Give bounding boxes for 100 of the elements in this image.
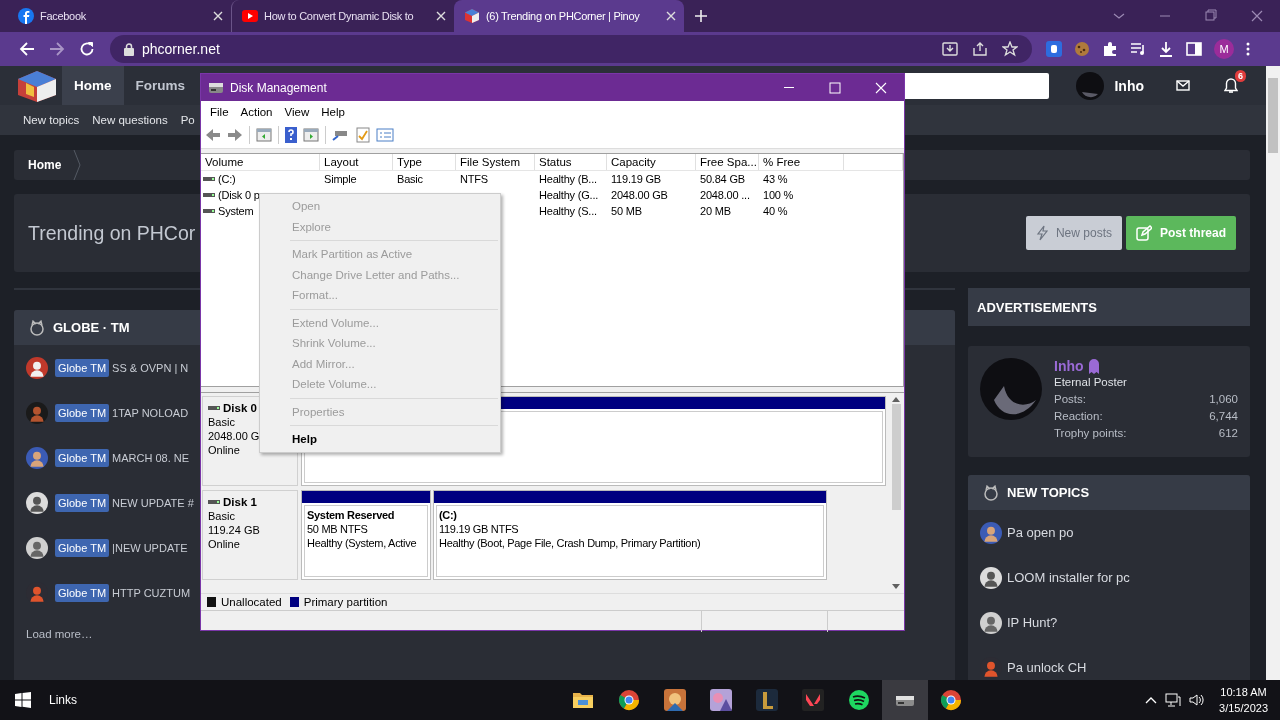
network-icon[interactable] xyxy=(1165,693,1182,707)
column-header[interactable]: % Free xyxy=(759,154,844,170)
disk-status: Online xyxy=(208,537,241,551)
tag[interactable]: Globe TM xyxy=(55,538,110,557)
thread-link[interactable]: 1TAP NOLOAD xyxy=(112,406,189,419)
menu-item[interactable]: View xyxy=(278,105,316,118)
column-header[interactable]: File System xyxy=(456,154,535,170)
browser-tab[interactable]: Facebook xyxy=(8,0,231,32)
plus-icon[interactable] xyxy=(694,9,708,23)
disk-label[interactable]: Disk 1 Basic 119.24 GB Online xyxy=(202,490,298,580)
folder-icon[interactable] xyxy=(572,690,594,710)
connect-icon[interactable] xyxy=(332,128,350,142)
nav-link[interactable]: New topics xyxy=(23,114,80,126)
forward-icon[interactable] xyxy=(49,41,65,57)
avatar xyxy=(1076,71,1105,100)
up-icon xyxy=(892,397,900,402)
forward-icon[interactable] xyxy=(227,128,243,142)
mail-icon[interactable] xyxy=(1176,80,1190,91)
panel-icon[interactable] xyxy=(256,128,272,142)
star-icon[interactable] xyxy=(1002,41,1018,57)
column-header[interactable]: Capacity xyxy=(607,154,696,170)
topic-link[interactable]: Pa open po xyxy=(1007,525,1074,540)
thread-link[interactable]: MARCH 08. NE xyxy=(112,451,190,464)
nav-tab[interactable]: Forums xyxy=(123,66,198,105)
table-cell-text: 43 % xyxy=(762,172,789,187)
thread-link[interactable]: SS & OVPN | N xyxy=(112,361,189,374)
playlist-icon[interactable] xyxy=(1130,41,1146,57)
edit-icon xyxy=(1136,225,1152,241)
chevron-icon[interactable] xyxy=(1145,696,1158,704)
tag[interactable]: Globe TM xyxy=(55,493,110,512)
menu-icon[interactable] xyxy=(1246,41,1250,57)
user-rank: Eternal Poster xyxy=(1054,376,1128,388)
close-icon[interactable] xyxy=(436,11,446,21)
thread-link[interactable]: NEW UPDATE # xyxy=(112,496,194,509)
cookie-icon[interactable] xyxy=(1074,41,1090,57)
windows-icon[interactable] xyxy=(15,692,31,708)
game-icon[interactable] xyxy=(802,689,824,711)
nav-link[interactable]: New questions xyxy=(92,114,168,126)
game-icon[interactable] xyxy=(756,689,778,711)
column-header[interactable]: Volume xyxy=(201,154,320,170)
checklist-icon[interactable] xyxy=(356,127,370,143)
game-icon[interactable] xyxy=(664,689,686,711)
tag[interactable]: Globe TM xyxy=(55,358,110,377)
table-cell-text: NTFS xyxy=(459,172,489,187)
table-cell-text: Healthy (B... xyxy=(538,172,598,187)
install-icon[interactable] xyxy=(942,41,958,57)
close-icon[interactable] xyxy=(213,11,223,21)
reload-icon[interactable] xyxy=(79,41,95,57)
table-cell-text: 50.84 GB xyxy=(699,172,746,187)
topic-link[interactable]: Pa unlock CH xyxy=(1007,660,1087,675)
chrome-icon[interactable] xyxy=(940,689,962,711)
column-header[interactable]: Free Spa... xyxy=(696,154,759,170)
load-more-link[interactable]: Load more… xyxy=(26,628,93,640)
breadcrumb-link[interactable]: Home xyxy=(28,158,62,172)
thread-link[interactable]: |NEW UPDATE xyxy=(112,541,188,554)
nav-link[interactable]: Po xyxy=(180,114,195,126)
partition-block[interactable]: (C:) 119.19 GB NTFS Healthy (Boot, Page File, Crash Dump, Primary Partition) xyxy=(433,490,827,580)
scrollbar[interactable] xyxy=(1266,66,1280,680)
chrome-icon[interactable] xyxy=(618,689,640,711)
tag[interactable]: Globe TM xyxy=(55,403,110,422)
tag[interactable]: Globe TM xyxy=(55,448,110,467)
help-icon[interactable] xyxy=(285,127,297,143)
panel-icon[interactable] xyxy=(303,128,319,142)
taskbar-button[interactable] xyxy=(882,680,928,720)
close-icon[interactable] xyxy=(666,11,676,21)
play-icon xyxy=(242,10,258,22)
browser-tab[interactable]: (6) Trending on PHCorner | Pinoy xyxy=(454,0,684,32)
download-icon[interactable] xyxy=(1158,41,1174,57)
nav-tab[interactable]: Home xyxy=(62,66,124,105)
back-icon[interactable] xyxy=(19,41,35,57)
volume-icon[interactable] xyxy=(1189,693,1206,707)
menu-item[interactable]: Help xyxy=(315,105,351,118)
table-cell-text: 20 MB xyxy=(699,204,732,219)
section-title: GLOBE · TM xyxy=(53,320,130,335)
bell-icon[interactable] xyxy=(1224,77,1238,94)
thread-link[interactable]: HTTP CUZTUM xyxy=(112,586,191,599)
extension-icon[interactable] xyxy=(1046,41,1062,57)
table-cell-text: Simple xyxy=(323,172,358,187)
user-name[interactable]: Inho xyxy=(1054,358,1084,374)
column-header[interactable]: Status xyxy=(535,154,607,170)
profile-button[interactable]: M xyxy=(1214,39,1234,59)
spotify-icon[interactable] xyxy=(848,689,870,711)
menu-item[interactable]: Action xyxy=(234,105,279,118)
topic-link[interactable]: IP Hunt? xyxy=(1007,615,1058,630)
clock[interactable]: 10:18 AM 3/15/2023 xyxy=(1219,684,1268,716)
column-header[interactable]: Type xyxy=(393,154,456,170)
share-icon[interactable] xyxy=(972,41,988,57)
tag[interactable]: Globe TM xyxy=(55,583,110,602)
column-header[interactable]: Layout xyxy=(320,154,393,170)
menu-item[interactable]: File xyxy=(204,105,235,118)
partition-block[interactable]: System Reserved 50 MB NTFS Healthy (System, Active xyxy=(301,490,431,580)
table-cell-text: System xyxy=(218,204,254,219)
avatar xyxy=(26,401,48,424)
stat-label: Reaction: xyxy=(1054,409,1103,424)
sidebar-icon[interactable] xyxy=(1186,41,1202,57)
topic-link[interactable]: LOOM installer for pc xyxy=(1007,570,1130,585)
address-bar[interactable]: phcorner.net xyxy=(110,35,1032,63)
toolbar-label[interactable]: Links xyxy=(49,693,77,707)
user-name[interactable]: Inho xyxy=(1114,77,1144,94)
puzzle-icon[interactable] xyxy=(1102,41,1118,57)
